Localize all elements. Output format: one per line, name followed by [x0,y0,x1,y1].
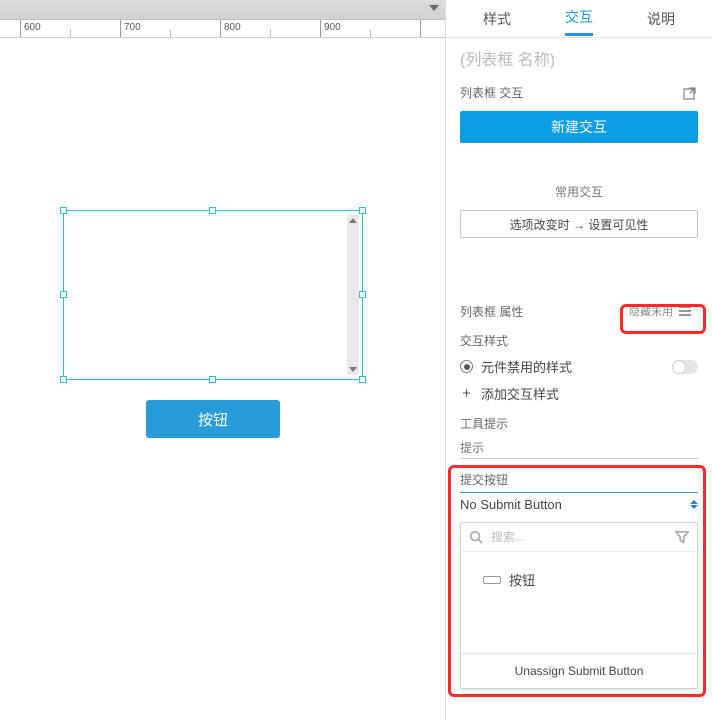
hide-unused-label: 隐藏未用 [629,303,673,319]
widget-name-section [446,38,712,84]
submit-title: 提交按钮 [460,471,698,488]
submit-dropdown[interactable]: No Submit Button 按钮 Unassign Submit Butt… [460,492,698,689]
properties-title: 列表框 属性 [460,303,523,320]
design-stage[interactable]: 按钮 [0,38,445,720]
listbox-widget[interactable] [63,210,363,380]
tooltip-input[interactable] [460,438,698,459]
inspector-tabs: 样式 交互 说明 [446,0,712,38]
common-interaction-button[interactable]: 选项改变时 → 设置可见性 [460,210,698,238]
resize-handle[interactable] [359,207,366,214]
tab-style[interactable]: 样式 [483,3,511,35]
popout-icon[interactable] [682,85,698,101]
disabled-style-toggle[interactable] [672,360,698,374]
unassign-label: Unassign Submit Button [515,664,644,678]
common-interactions-label: 常用交互 [460,183,698,200]
ruler-horizontal: 600 700 800 900 [0,20,445,38]
hide-unused-toggle[interactable]: 隐藏未用 [622,300,698,322]
scroll-up-icon[interactable] [349,218,357,223]
tab-notes[interactable]: 说明 [647,3,675,35]
unassign-submit-button[interactable]: Unassign Submit Button [461,653,697,688]
add-interaction-style[interactable]: + 添加交互样式 [446,380,712,407]
plus-icon: + [460,385,473,402]
resize-handle[interactable] [359,291,366,298]
resize-handle[interactable] [60,376,67,383]
new-interaction-button[interactable]: 新建交互 [460,111,698,143]
submit-button-section: 提交按钮 No Submit Button 按钮 [446,459,712,689]
tab-interaction[interactable]: 交互 [565,1,593,36]
toolbar-dropdown-arrow[interactable] [429,5,439,11]
listbox-scrollbar[interactable] [347,215,359,375]
interaction-styles-title: 交互样式 [446,324,712,353]
resize-handle[interactable] [60,207,67,214]
canvas-area[interactable]: 600 700 800 900 按钮 [0,0,445,720]
submit-selected-label: No Submit Button [460,497,562,512]
new-interaction-label: 新建交互 [551,117,607,137]
submit-option-label: 按钮 [509,570,535,589]
scroll-down-icon[interactable] [349,367,357,372]
properties-header: 列表框 属性 隐藏未用 [446,298,712,324]
filter-icon[interactable] [675,530,689,544]
interactions-title: 列表框 交互 [460,84,523,101]
interactions-section: 列表框 交互 新建交互 常用交互 选项改变时 → 设置可见性 [446,84,712,248]
inspector-panel: 样式 交互 说明 列表框 交互 新建交互 常用交互 选项改变时 → 设置可见性 … [445,0,712,720]
radio-icon [460,360,473,373]
add-style-label: 添加交互样式 [481,384,559,403]
ruler-mark: 800 [220,20,221,38]
button-widget-label: 按钮 [198,409,228,430]
submit-dropdown-popup: 按钮 Unassign Submit Button [460,522,698,689]
ruler-mark: 700 [120,20,121,38]
disabled-style-row[interactable]: 元件禁用的样式 [446,353,712,380]
widget-name-input[interactable] [460,48,698,74]
button-widget[interactable]: 按钮 [146,400,280,438]
submit-selected[interactable]: No Submit Button [460,492,698,518]
tooltip-title: 工具提示 [446,407,712,436]
submit-search-row [461,523,697,552]
resize-handle[interactable] [209,207,216,214]
common-interaction-text: 选项改变时 → 设置可见性 [510,216,649,233]
submit-search-input[interactable] [489,529,669,545]
button-glyph-icon [483,576,501,584]
search-icon [469,530,483,544]
menu-icon [679,306,691,316]
resize-handle[interactable] [60,291,67,298]
submit-options-list: 按钮 [461,552,697,653]
ruler-mark: 600 [20,20,21,38]
chevron-updown-icon [690,500,698,509]
disabled-style-label: 元件禁用的样式 [481,357,664,376]
submit-option[interactable]: 按钮 [469,566,689,593]
resize-handle[interactable] [359,376,366,383]
ruler-mark: 900 [320,20,321,38]
resize-handle[interactable] [209,376,216,383]
canvas-toolbar [0,0,445,20]
